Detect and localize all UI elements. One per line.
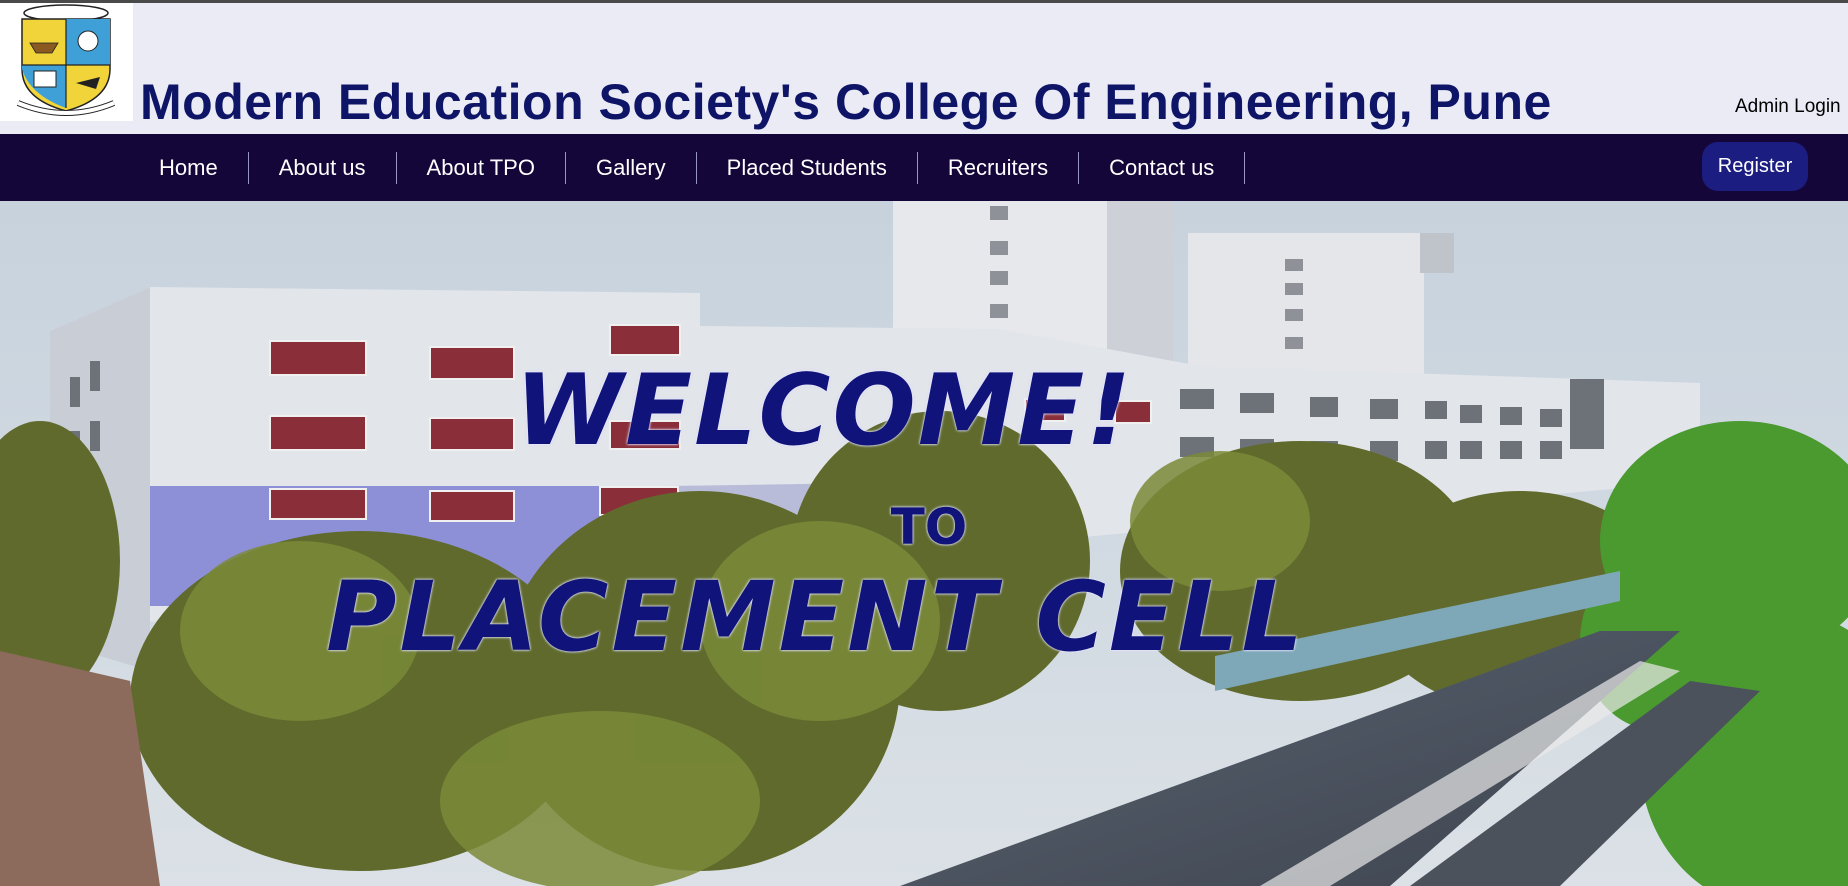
nav-item-placed-students[interactable]: Placed Students	[697, 151, 918, 184]
admin-login-link[interactable]: Admin Login	[1735, 96, 1841, 118]
hero-welcome-heading: WELCOME!	[515, 354, 1133, 468]
nav-menu: Home About us About TPO Gallery Placed S…	[135, 134, 1246, 201]
nav-item-gallery[interactable]: Gallery	[566, 151, 697, 184]
register-button[interactable]: Register	[1702, 142, 1808, 191]
nav-item-about-tpo[interactable]: About TPO	[397, 151, 566, 184]
college-crest-logo-icon	[16, 4, 116, 116]
college-logo[interactable]	[0, 3, 133, 121]
nav-item-about-us[interactable]: About us	[249, 151, 397, 184]
hero-banner: WELCOME! TO PLACEMENT CELL	[0, 201, 1848, 886]
hero-to-text: TO	[890, 498, 968, 556]
nav-item-contact-us[interactable]: Contact us	[1079, 151, 1246, 184]
nav-item-recruiters[interactable]: Recruiters	[918, 151, 1080, 184]
main-navbar: Home About us About TPO Gallery Placed S…	[0, 134, 1848, 201]
site-header: Modern Education Society's College Of En…	[0, 3, 1848, 134]
site-title: Modern Education Society's College Of En…	[140, 74, 1552, 130]
nav-item-home[interactable]: Home	[135, 151, 249, 184]
hero-placement-cell-heading: PLACEMENT CELL	[326, 561, 1306, 673]
